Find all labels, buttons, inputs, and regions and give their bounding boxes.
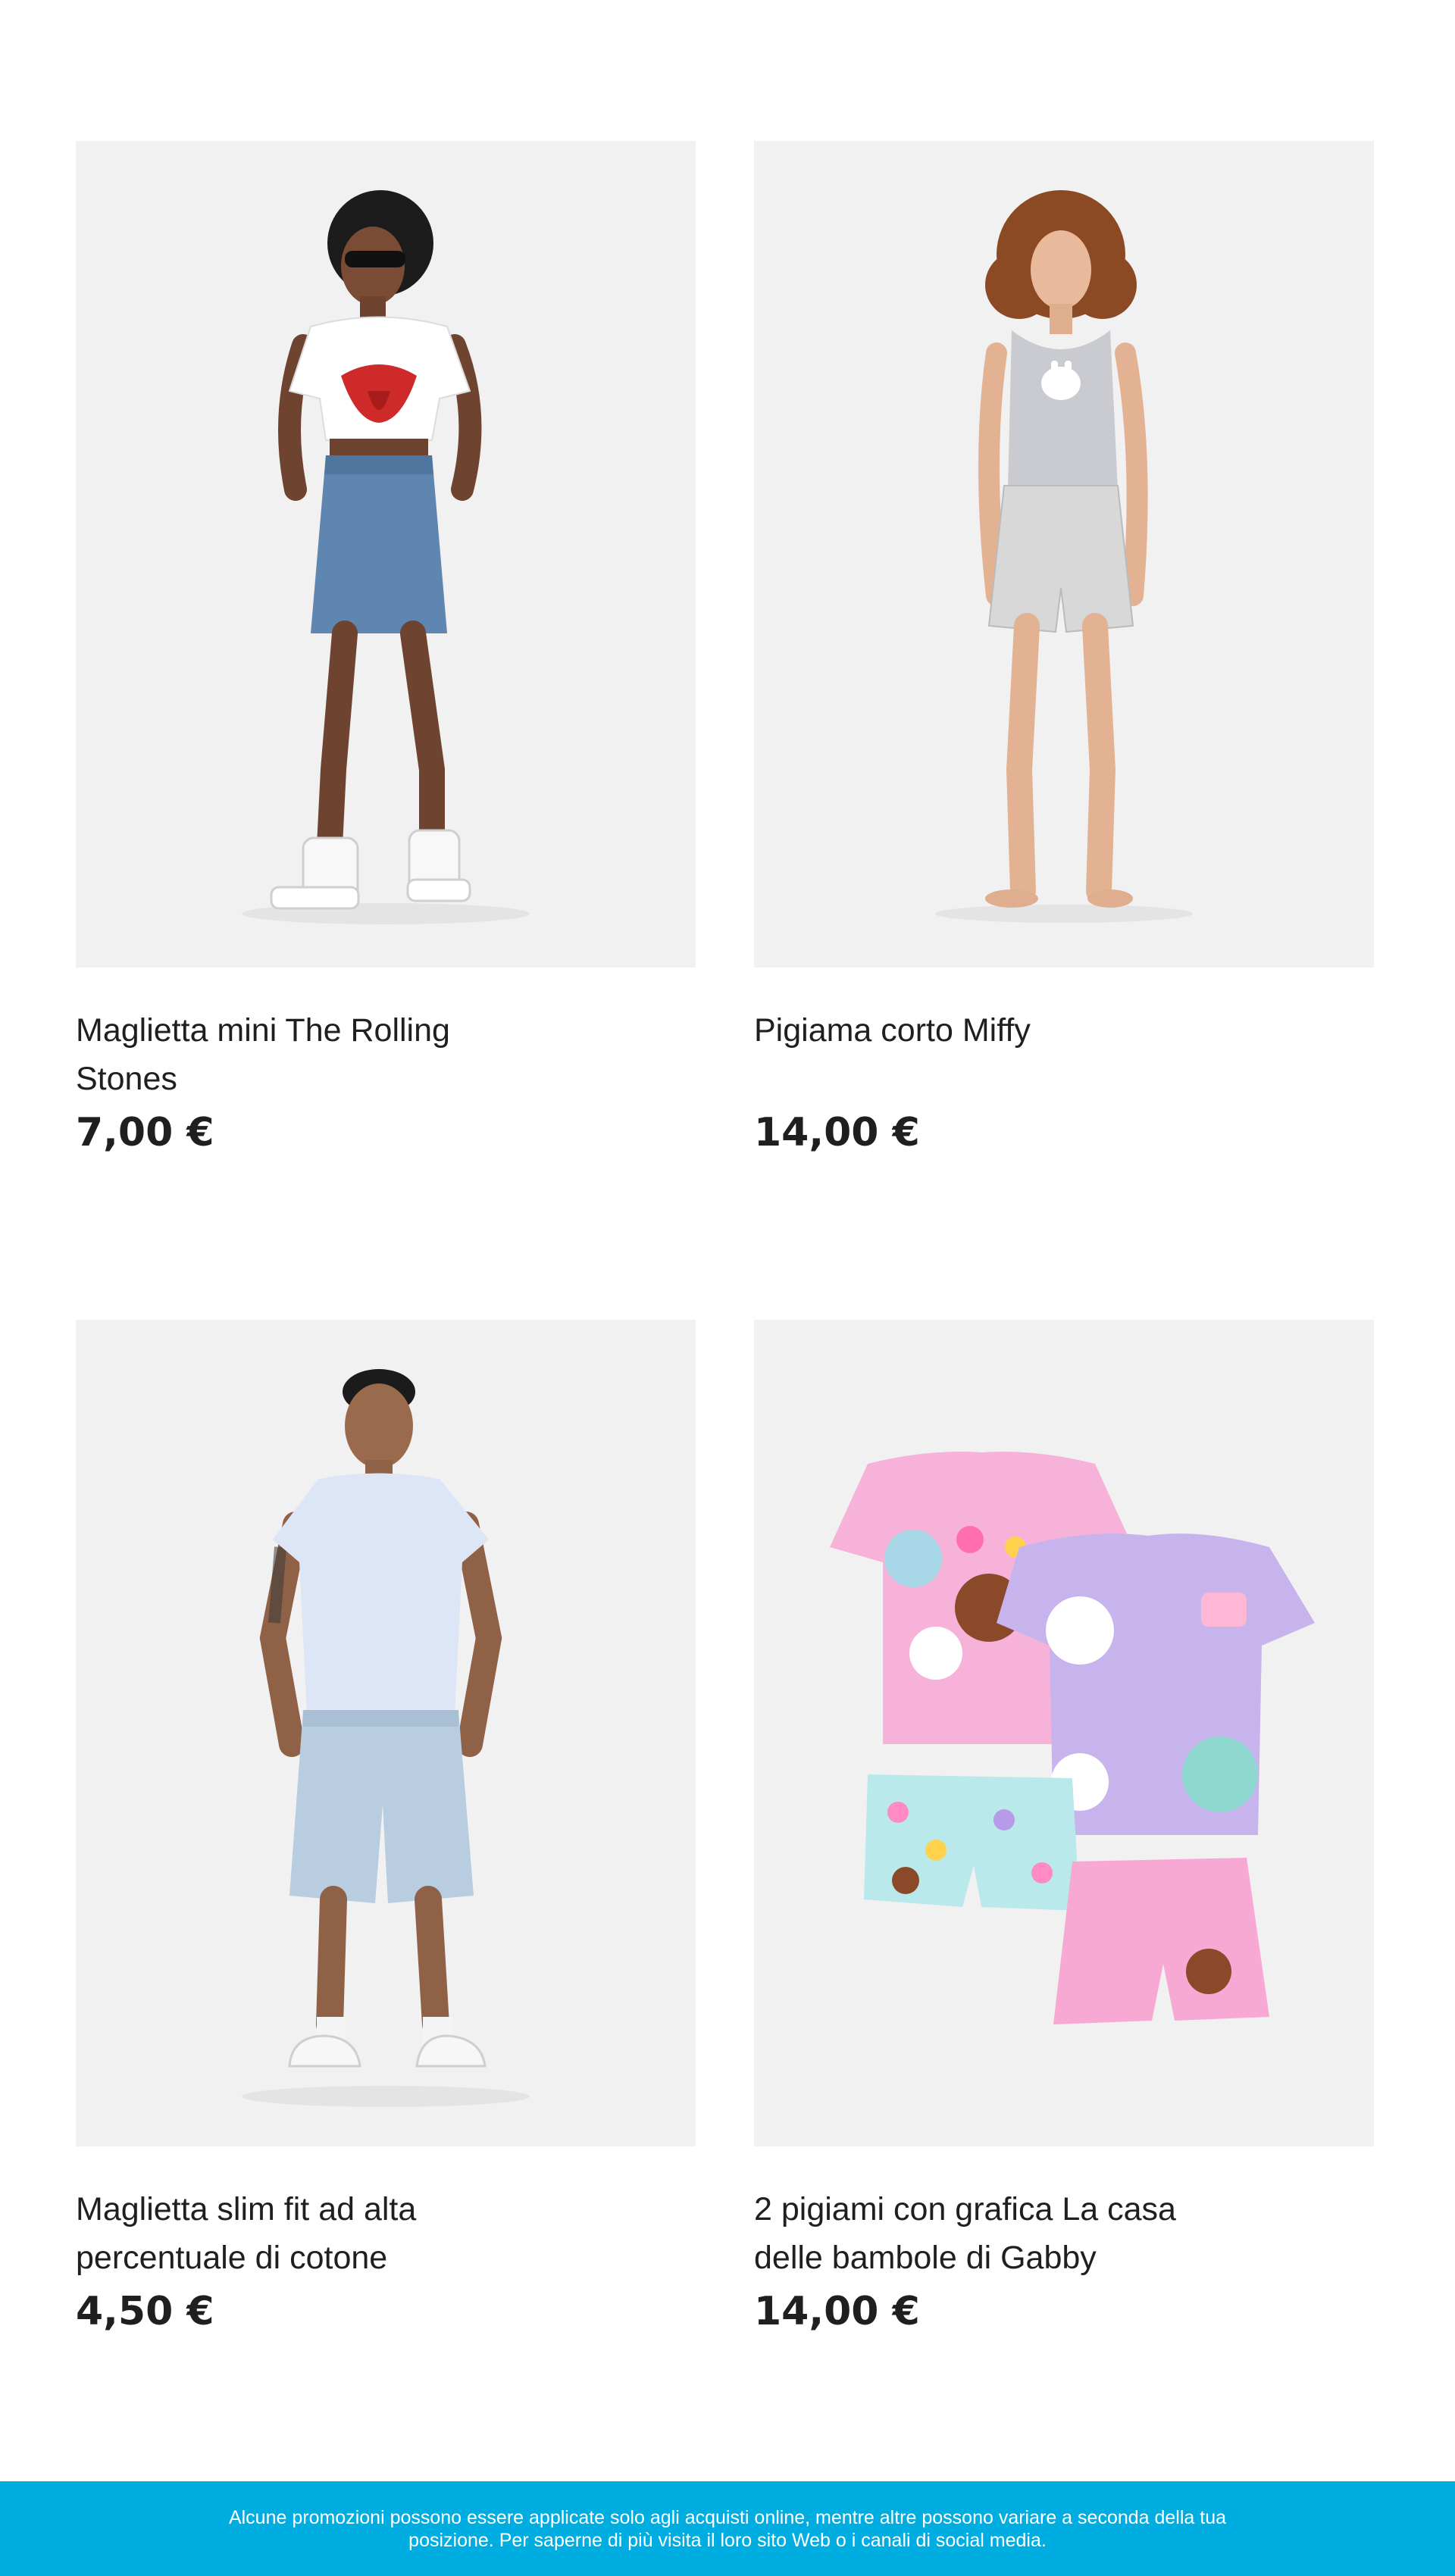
gabby-pajama-sets-illustration [830, 1452, 1315, 2024]
woman-tee-skirt-illustration [242, 190, 530, 924]
product-card[interactable]: Pigiama corto Miffy 14,00 € [754, 141, 1374, 1159]
promo-disclaimer-text: Alcune promozioni possono essere applica… [228, 2506, 1227, 2551]
woman-pajama-illustration [935, 190, 1193, 923]
product-card[interactable]: 2 pigiami con grafica La casa delle bamb… [754, 1320, 1374, 2338]
product-title[interactable]: Maglietta slim fit ad alta percentuale d… [76, 2185, 530, 2282]
product-image-gabby-pajamas[interactable] [754, 1320, 1374, 2146]
product-price: 14,00 € [754, 2289, 920, 2334]
product-price: 4,50 € [76, 2289, 214, 2334]
product-price: 14,00 € [754, 1110, 920, 1155]
product-title[interactable]: Pigiama corto Miffy [754, 1006, 1209, 1103]
product-grid-page: Maglietta mini The Rolling Stones 7,00 € [0, 0, 1455, 2576]
product-image-rolling-stones-tee[interactable] [76, 141, 696, 968]
promo-disclaimer-banner: Alcune promozioni possono essere applica… [0, 2481, 1455, 2576]
product-title[interactable]: Maglietta mini The Rolling Stones [76, 1006, 530, 1103]
product-image-slim-fit-tee[interactable] [76, 1320, 696, 2146]
product-image-miffy-pajama[interactable] [754, 141, 1374, 968]
product-price: 7,00 € [76, 1110, 214, 1155]
product-card[interactable]: Maglietta slim fit ad alta percentuale d… [76, 1320, 696, 2338]
product-title[interactable]: 2 pigiami con grafica La casa delle bamb… [754, 2185, 1209, 2282]
product-card[interactable]: Maglietta mini The Rolling Stones 7,00 € [76, 141, 696, 1159]
man-tee-shorts-illustration [242, 1369, 530, 2107]
